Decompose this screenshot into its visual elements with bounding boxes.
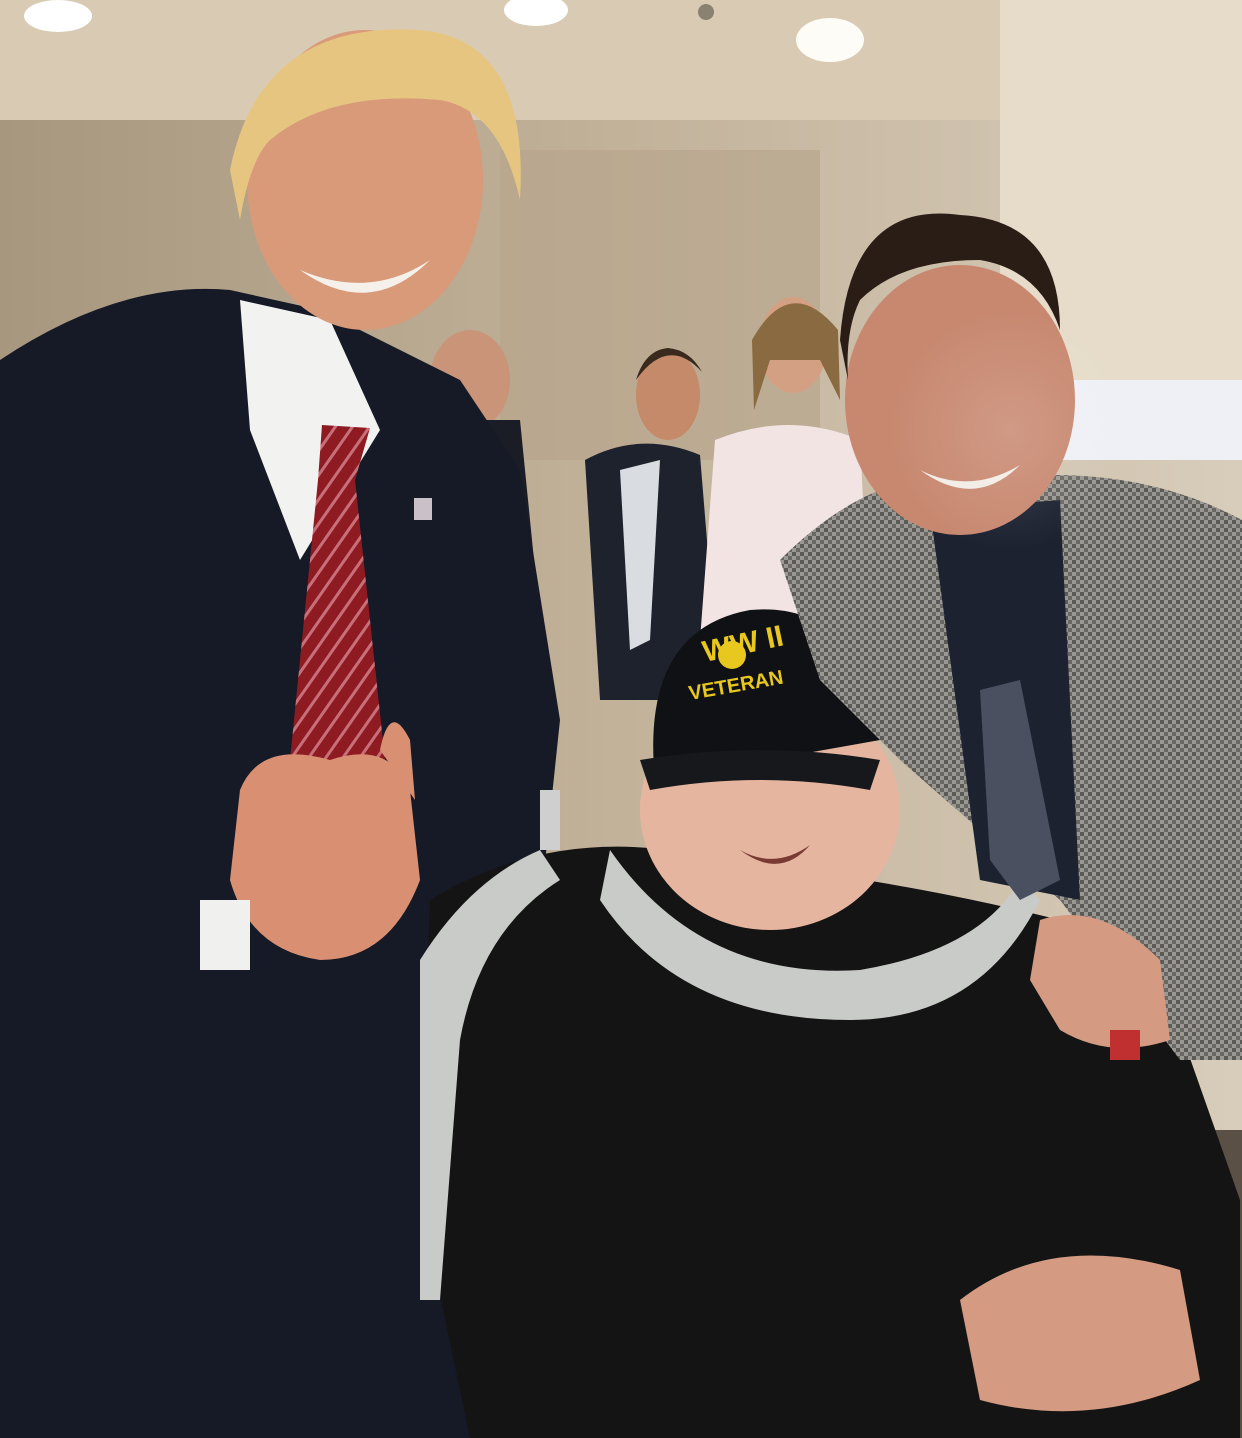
- hat-emblem: [718, 641, 746, 669]
- thumbs-up-hand: [230, 754, 420, 960]
- logo-patch: [1110, 1030, 1140, 1060]
- shirt-cuff: [200, 900, 250, 970]
- photo-scene: WW II VETERAN: [0, 0, 1242, 1438]
- wheelchair-handle: [540, 790, 560, 850]
- lapel-pin: [414, 498, 432, 520]
- hand-on-lap: [960, 1255, 1200, 1412]
- photo-canvas: WW II VETERAN: [0, 0, 1242, 1438]
